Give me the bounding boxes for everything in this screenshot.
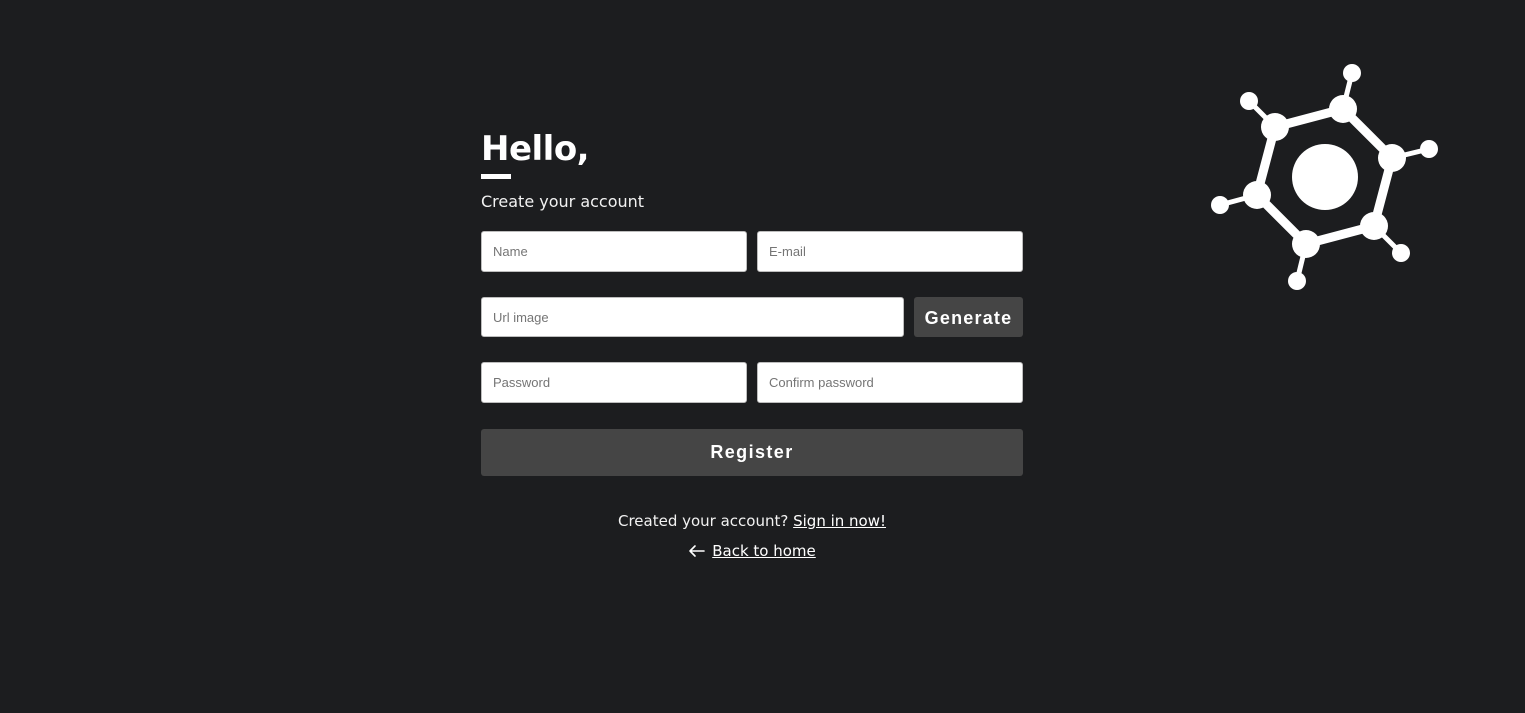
email-field[interactable] bbox=[757, 231, 1023, 272]
name-email-row bbox=[481, 231, 1023, 272]
password-row bbox=[481, 362, 1023, 403]
register-form: Hello, Create your account Generate Regi… bbox=[481, 128, 1023, 560]
generate-button[interactable]: Generate bbox=[914, 297, 1023, 337]
password-field[interactable] bbox=[481, 362, 747, 403]
page-title: Hello, bbox=[481, 129, 590, 169]
back-to-home: Back to home bbox=[481, 542, 1023, 560]
molecule-icon bbox=[1211, 64, 1438, 290]
back-to-home-link[interactable]: Back to home bbox=[712, 542, 816, 560]
signin-prompt-text: Created your account? bbox=[617, 512, 794, 530]
arrow-left-icon[interactable] bbox=[688, 544, 706, 558]
name-field[interactable] bbox=[481, 231, 747, 272]
register-page: Hello, Create your account Generate Regi… bbox=[0, 0, 1525, 713]
signin-prompt: Created your account? Sign in now! bbox=[481, 512, 1023, 530]
signin-link[interactable]: Sign in now! bbox=[793, 512, 886, 530]
url-image-row: Generate bbox=[481, 297, 1023, 337]
page-subtitle: Create your account bbox=[481, 192, 645, 211]
confirm-password-field[interactable] bbox=[757, 362, 1023, 403]
url-image-field[interactable] bbox=[481, 297, 904, 337]
register-button[interactable]: Register bbox=[481, 429, 1023, 476]
title-underline bbox=[481, 174, 511, 179]
